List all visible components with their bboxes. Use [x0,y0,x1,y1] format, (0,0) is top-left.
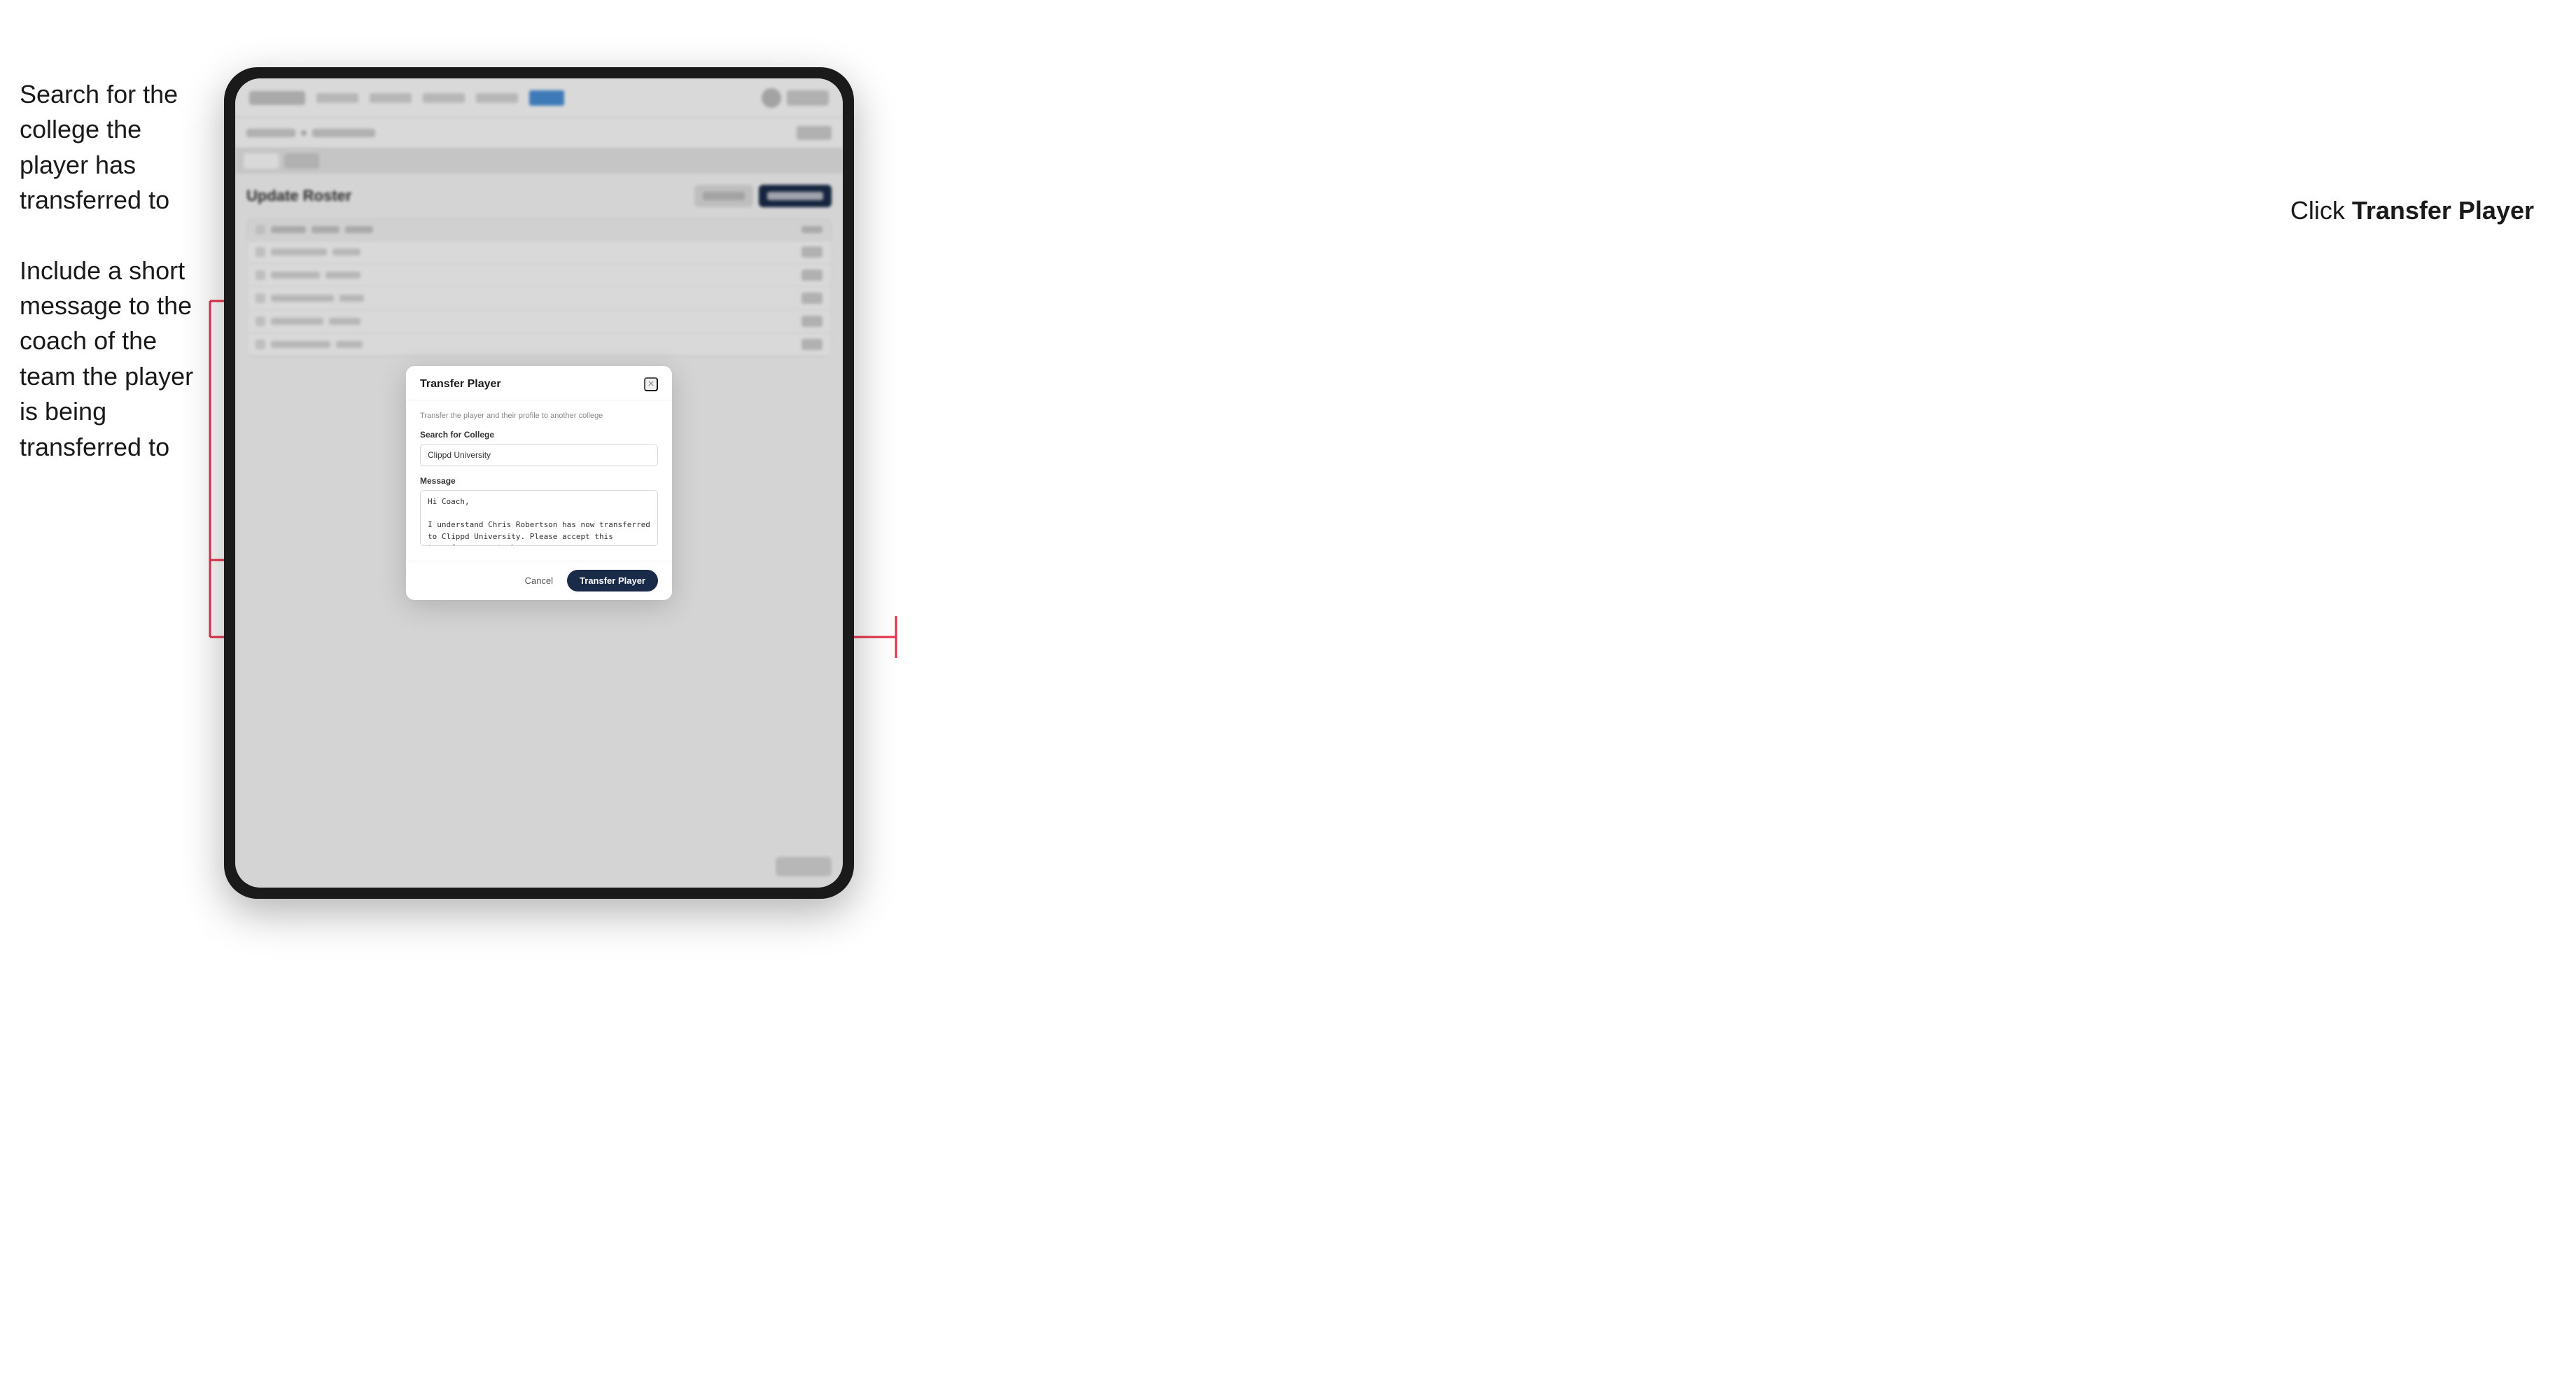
search-college-label: Search for College [420,430,658,440]
modal-close-button[interactable]: × [644,377,658,391]
search-college-input[interactable] [420,444,658,466]
annotation-text-message: Include a short message to the coach of … [20,253,216,465]
annotation-text-search: Search for the college the player has tr… [20,77,216,218]
ipad-screen: Update Roster [235,78,843,888]
modal-title: Transfer Player [420,378,501,391]
transfer-player-modal: Transfer Player × Transfer the player an… [406,366,672,600]
modal-body: Transfer the player and their profile to… [406,400,672,561]
cancel-button[interactable]: Cancel [518,571,560,590]
message-textarea[interactable]: Hi Coach, I understand Chris Robertson h… [420,490,658,546]
modal-header: Transfer Player × [406,366,672,400]
modal-footer: Cancel Transfer Player [406,561,672,600]
transfer-player-button[interactable]: Transfer Player [567,570,658,592]
message-label: Message [420,476,658,486]
annotation-right: Click Transfer Player [2290,196,2534,225]
modal-overlay: Transfer Player × Transfer the player an… [235,78,843,888]
annotation-left-top: Search for the college the player has tr… [20,77,216,500]
ipad-device: Update Roster [224,67,854,899]
modal-subtitle: Transfer the player and their profile to… [420,412,658,420]
annotation-transfer-bold: Transfer Player [2352,196,2534,225]
